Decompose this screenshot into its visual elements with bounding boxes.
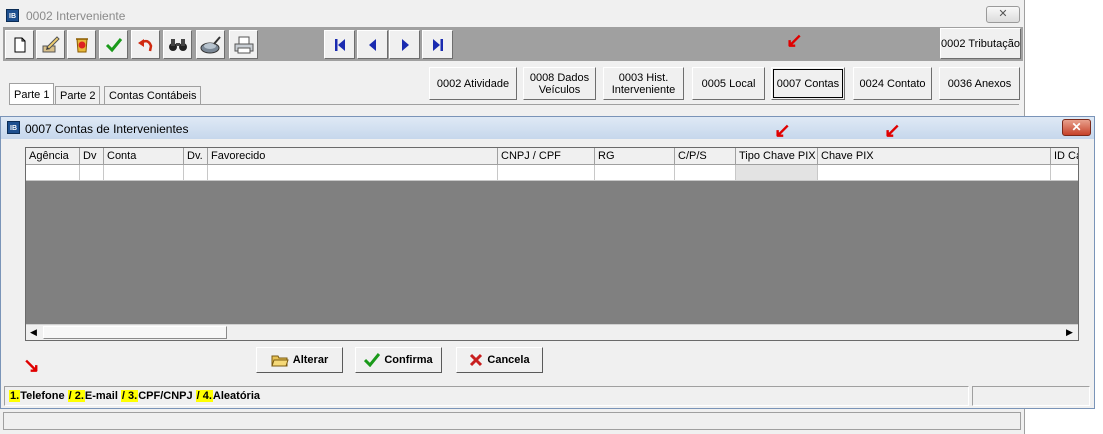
cancela-label: Cancela	[487, 354, 530, 366]
tab-parte-2[interactable]: Parte 2	[55, 86, 101, 104]
column-header-dv[interactable]: Dv	[80, 148, 104, 165]
column-header-favorecido[interactable]: Favorecido	[208, 148, 498, 165]
cancel-x-icon	[470, 353, 483, 367]
cancela-button[interactable]: Cancela	[456, 347, 543, 373]
cell[interactable]	[208, 165, 498, 181]
dados-veiculos-button[interactable]: 0008 Dados Veículos	[523, 67, 596, 100]
tributacao-button[interactable]: 0002 Tributação	[940, 28, 1021, 59]
column-header-agencia[interactable]: Agência	[26, 148, 80, 165]
hint-number: / 4.	[195, 390, 213, 402]
cell[interactable]	[80, 165, 104, 181]
first-record-button[interactable]	[324, 30, 355, 59]
column-header-conta[interactable]: Conta	[104, 148, 184, 165]
column-header-dv2[interactable]: Dv.	[184, 148, 208, 165]
tools-button[interactable]	[196, 30, 225, 59]
cell[interactable]	[184, 165, 208, 181]
folder-open-icon	[271, 355, 289, 367]
undo-button[interactable]	[131, 30, 160, 59]
hint-number: / 3.	[120, 390, 139, 402]
cell[interactable]	[818, 165, 1051, 181]
atividade-button[interactable]: 0002 Atividade	[429, 67, 517, 100]
print-icon	[234, 36, 253, 53]
app-logo-icon: IB	[6, 9, 19, 22]
app-logo-icon: IB	[7, 121, 20, 134]
dialog-close-button[interactable]: ✕	[1062, 119, 1091, 136]
column-header-tipo-chave-pix[interactable]: Tipo Chave PIX	[736, 148, 818, 165]
delete-icon	[75, 37, 88, 52]
tab-divider	[9, 104, 1019, 105]
cell[interactable]	[104, 165, 184, 181]
print-button[interactable]	[229, 30, 258, 59]
pix-key-type-hint: 1. Telefone / 2. E-mail / 3. CPF/CNPJ / 4. A…	[9, 390, 260, 402]
horizontal-scrollbar[interactable]: ◀ ▶	[26, 324, 1078, 340]
alterar-button[interactable]: Alterar	[256, 347, 343, 373]
tab-contas-contabeis[interactable]: Contas Contábeis	[104, 86, 202, 104]
hist-interveniente-button[interactable]: 0003 Hist. Interveniente	[603, 67, 684, 100]
hint-number: 1.	[9, 390, 21, 402]
local-button[interactable]: 0005 Local	[692, 67, 765, 100]
contato-button[interactable]: 0024 Contato	[853, 67, 932, 100]
cell[interactable]	[595, 165, 675, 181]
window-title: 0002 Interveniente	[26, 9, 126, 23]
status-panel-secondary	[972, 386, 1090, 406]
hint-text: Aleatória	[212, 390, 260, 402]
column-header-rg[interactable]: RG	[595, 148, 675, 165]
tools-icon	[200, 35, 221, 53]
column-header-chave-pix[interactable]: Chave PIX	[818, 148, 1051, 165]
scroll-right-icon[interactable]: ▶	[1062, 325, 1077, 340]
anexos-button[interactable]: 0036 Anexos	[939, 67, 1020, 100]
table-row[interactable]	[26, 165, 1078, 181]
outer-statusbar	[3, 412, 1021, 430]
cell[interactable]	[675, 165, 736, 181]
first-record-icon	[334, 38, 345, 51]
confirm-check-icon	[105, 37, 122, 52]
last-record-icon	[432, 38, 443, 51]
annotation-arrow: ↙	[774, 120, 791, 142]
last-record-button[interactable]	[422, 30, 453, 59]
annotation-arrow: ↙	[884, 120, 901, 142]
dialog-title: 0007 Contas de Intervenientes	[25, 122, 189, 136]
cell[interactable]	[26, 165, 80, 181]
edit-button[interactable]	[36, 30, 65, 59]
annotation-arrow: ↙	[786, 30, 803, 52]
contas-button[interactable]: 0007 Contas	[771, 67, 845, 100]
cell-selected[interactable]	[736, 165, 818, 181]
status-panel-main: 1. Telefone / 2. E-mail / 3. CPF/CNPJ / 4. A…	[4, 386, 969, 406]
close-button[interactable]: ✕	[986, 6, 1020, 23]
cell[interactable]	[1051, 165, 1078, 181]
undo-icon	[137, 38, 152, 51]
column-header-id[interactable]: ID Ca	[1051, 148, 1078, 165]
next-record-button[interactable]	[389, 30, 420, 59]
check-icon	[364, 353, 381, 367]
confirma-label: Confirma	[384, 354, 433, 366]
search-binoculars-icon	[168, 38, 187, 51]
grid-header: Agência Dv Conta Dv. Favorecido CNPJ / C…	[26, 148, 1078, 165]
confirm-button[interactable]	[99, 30, 128, 59]
dialog-statusbar: 1. Telefone / 2. E-mail / 3. CPF/CNPJ / 4. A…	[4, 385, 1092, 408]
previous-record-icon	[368, 38, 376, 51]
edit-pen-icon	[42, 35, 60, 52]
delete-button[interactable]	[67, 30, 96, 59]
scroll-left-icon[interactable]: ◀	[26, 325, 41, 340]
accounts-grid[interactable]: Agência Dv Conta Dv. Favorecido CNPJ / C…	[25, 147, 1079, 341]
new-button[interactable]	[5, 30, 34, 59]
dialog-titlebar: IB 0007 Contas de Intervenientes ↙ ↙ ✕	[1, 117, 1094, 142]
new-document-icon	[14, 37, 25, 52]
column-header-cnpj-cpf[interactable]: CNPJ / CPF	[498, 148, 595, 165]
hint-text: Telefone	[20, 390, 65, 402]
search-button[interactable]	[163, 30, 192, 59]
alterar-label: Alterar	[292, 354, 329, 366]
tab-parte-1[interactable]: Parte 1	[9, 83, 55, 105]
next-record-icon	[401, 38, 409, 51]
scrollbar-thumb[interactable]	[43, 326, 227, 339]
contas-dialog: IB 0007 Contas de Intervenientes ↙ ↙ ✕ A…	[0, 116, 1095, 409]
cell[interactable]	[498, 165, 595, 181]
previous-record-button[interactable]	[357, 30, 388, 59]
confirma-button[interactable]: Confirma	[355, 347, 442, 373]
hint-text: CPF/CNPJ	[138, 390, 193, 402]
hint-text: E-mail	[84, 390, 118, 402]
column-header-cps[interactable]: C/P/S	[675, 148, 736, 165]
hint-number: / 2.	[67, 390, 85, 402]
annotation-arrow: ↘	[23, 355, 40, 377]
